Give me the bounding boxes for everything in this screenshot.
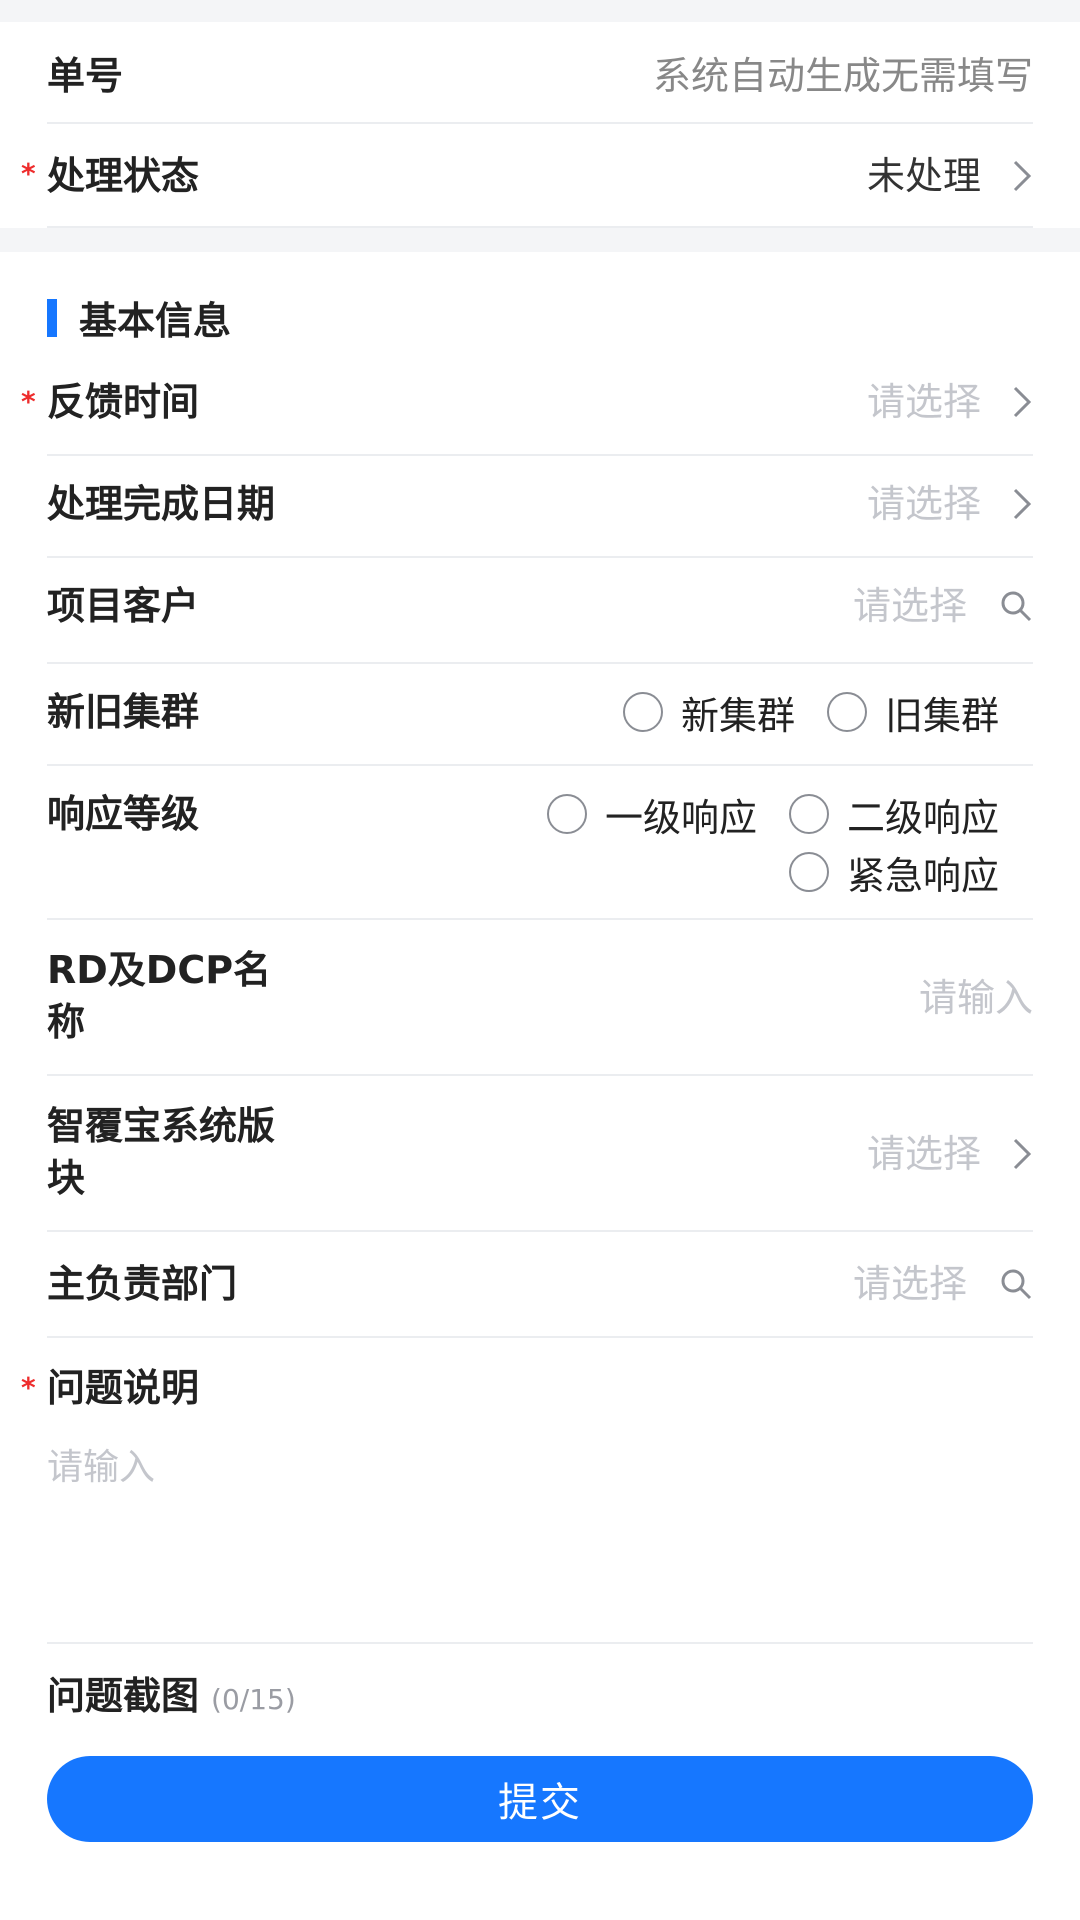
status-row[interactable]: * 处理状态 未处理 [21,124,1033,228]
chevron-right-icon [981,150,1033,202]
submit-bar: 提交 [0,1732,1080,1920]
rd-dcp-row: RD及DCP名 称 请输入 [47,920,1033,1076]
system-module-label-line1: 智覆宝系统版 [47,1104,276,1148]
required-mark: * [21,385,36,418]
cluster-radio-group: 新集群 旧集群 [591,686,999,738]
radio-label: 新集群 [680,693,795,738]
order-number-value: 系统自动生成无需填写 [653,50,1033,102]
order-number-text: 系统自动生成无需填写 [652,54,1033,98]
cluster-option-new[interactable]: 新集群 [622,686,795,738]
department-row[interactable]: 主负责部门 请选择 [47,1232,1033,1338]
cluster-label: 新旧集群 [47,690,200,734]
project-customer-row[interactable]: 项目客户 请选择 [47,558,1033,664]
rd-dcp-input[interactable]: 请输入 [919,972,1033,1024]
radio-label: 二级响应 [846,795,999,840]
screenshot-label: 问题截图 (0/15) [47,1670,296,1726]
problem-desc-label: 问题说明 [47,1366,200,1410]
system-module-row[interactable]: 智覆宝系统版 块 请选择 [47,1076,1033,1232]
project-customer-label: 项目客户 [47,584,200,628]
screenshot-label-text: 问题截图 [47,1674,200,1718]
feedback-time-placeholder: 请选择 [866,380,981,424]
submit-button[interactable]: 提交 [47,1756,1033,1842]
system-module-picker[interactable]: 请选择 [867,1128,1033,1180]
screenshot-count: (0/15) [211,1683,296,1716]
project-customer-search[interactable]: 请选择 [853,580,1033,632]
finish-date-placeholder: 请选择 [866,482,981,526]
problem-desc-placeholder: 请输入 [47,1447,156,1488]
radio-label: 紧急响应 [846,853,999,898]
response-level-label: 响应等级 [47,792,200,836]
finish-date-row[interactable]: 处理完成日期 请选择 [47,456,1033,558]
response-level-option-2[interactable]: 二级响应 [788,788,999,840]
required-mark: * [21,1371,36,1404]
rd-dcp-label-line2: 称 [47,1000,86,1044]
radio-circle-icon [546,794,587,834]
response-level-option-urgent[interactable]: 紧急响应 [788,846,999,898]
radio-label: 旧集群 [884,693,999,738]
status-select[interactable]: 未处理 [867,150,1033,202]
section-title-text: 基本信息 [79,299,232,343]
chevron-right-icon [981,478,1033,530]
radio-label: 一级响应 [604,795,757,840]
section-accent-bar [47,298,57,337]
status-value: 未处理 [866,154,981,198]
system-module-placeholder: 请选择 [866,1132,981,1176]
feedback-time-label: 反馈时间 [47,380,200,424]
problem-desc-textarea[interactable]: 请输入 [47,1434,1033,1634]
radio-circle-icon [788,794,829,834]
basic-info-card: 基本信息 * 反馈时间 请选择 处理完成日期 请选择 项目客户 请选择 新旧集群… [0,252,1080,1732]
department-label: 主负责部门 [47,1262,238,1306]
response-level-option-1[interactable]: 一级响应 [546,788,757,840]
response-level-radio-group: 一级响应 二级响应 紧急响应 [399,788,999,898]
rd-dcp-label-line1: RD及DCP名 [47,948,272,992]
project-customer-placeholder: 请选择 [852,584,967,628]
search-icon [967,1258,1033,1310]
problem-desc-row: * 问题说明 请输入 [21,1338,1033,1644]
section-title: 基本信息 [47,290,231,345]
required-mark: * [21,157,36,190]
status-label: 处理状态 [47,154,200,198]
response-level-row: 响应等级 一级响应 二级响应 紧急响应 [47,766,1033,920]
radio-circle-icon [622,692,663,732]
screenshot-row: 问题截图 (0/15) [47,1644,1033,1732]
header-card: 单号 系统自动生成无需填写 * 处理状态 未处理 [0,22,1080,228]
cluster-row: 新旧集群 新集群 旧集群 [47,664,1033,766]
feedback-time-row[interactable]: * 反馈时间 请选择 [21,354,1033,456]
radio-circle-icon [826,692,867,732]
chevron-right-icon [981,1128,1033,1180]
order-number-row: 单号 系统自动生成无需填写 [47,22,1033,124]
system-module-label-line2: 块 [47,1156,86,1200]
department-search[interactable]: 请选择 [853,1258,1033,1310]
department-placeholder: 请选择 [852,1262,967,1306]
radio-circle-icon [788,852,829,892]
feedback-time-picker[interactable]: 请选择 [867,376,1033,428]
order-number-label: 单号 [47,54,124,98]
rd-dcp-placeholder: 请输入 [918,976,1033,1020]
finish-date-picker[interactable]: 请选择 [867,478,1033,530]
finish-date-label: 处理完成日期 [47,482,276,526]
cluster-option-old[interactable]: 旧集群 [826,686,999,738]
chevron-right-icon [981,376,1033,428]
search-icon [967,580,1033,632]
